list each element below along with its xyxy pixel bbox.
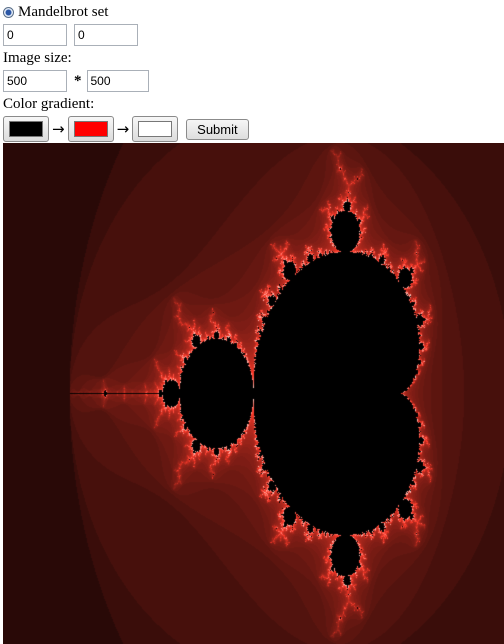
mandelbrot-label: Mandelbrot set [18,4,109,20]
mandelbrot-image[interactable] [3,143,504,644]
gradient-color-2-button[interactable] [67,116,114,142]
mandelbrot-option[interactable]: Mandelbrot set [3,4,108,21]
color-gradient-label: Color gradient: [3,96,95,112]
arrow-icon: → [116,120,130,138]
gradient-color-1-fill [9,121,43,137]
color-gradient-row: → → Submit [3,116,249,142]
times-sign: * [74,72,82,89]
y-coordinate-input[interactable] [74,24,138,46]
x-coordinate-input[interactable] [3,24,67,46]
mandelbrot-radio[interactable] [3,7,14,18]
image-size-inputs: * [3,70,149,92]
image-width-input[interactable] [3,70,67,92]
gradient-color-3-fill [138,121,173,137]
image-height-input[interactable] [86,70,149,92]
arrow-icon: → [52,120,65,138]
gradient-color-2-fill [73,121,108,137]
submit-button[interactable]: Submit [186,118,249,140]
coordinate-inputs [3,24,138,46]
image-size-label: Image size: [3,50,72,66]
gradient-color-3-button[interactable] [132,116,179,142]
gradient-color-1-button[interactable] [3,116,49,142]
